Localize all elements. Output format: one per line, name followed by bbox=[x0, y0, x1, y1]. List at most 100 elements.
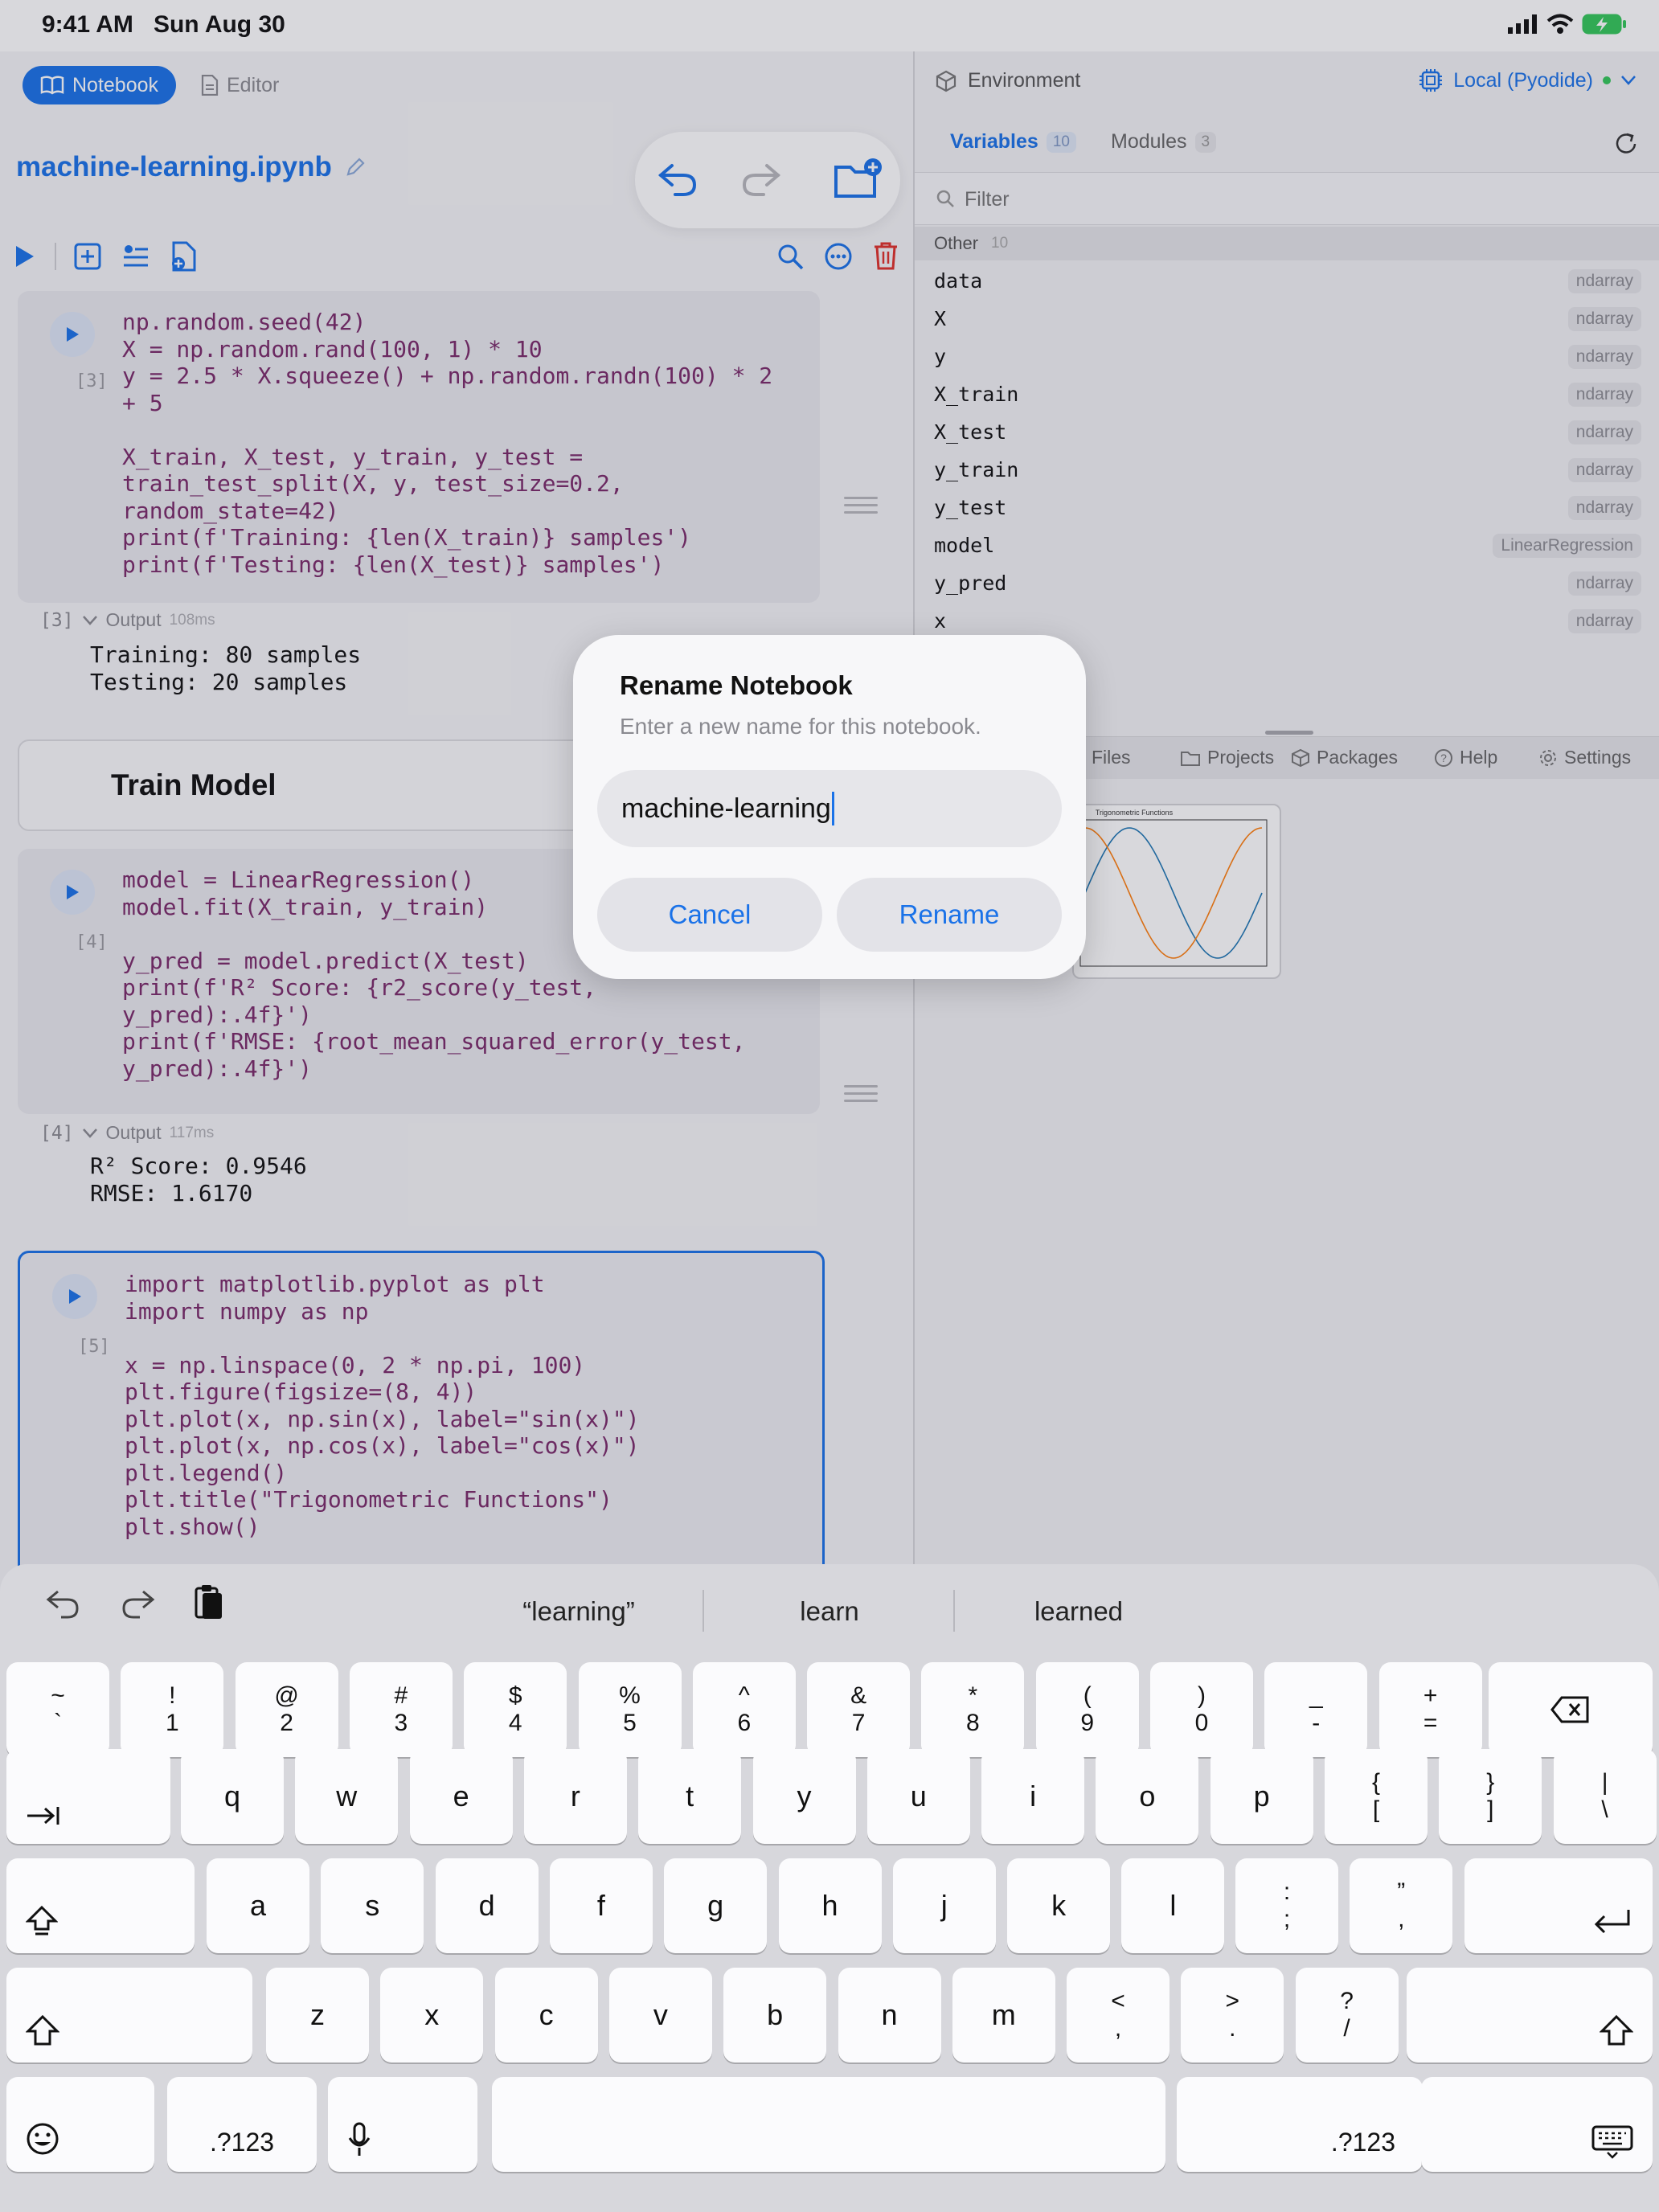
right-shift-key[interactable] bbox=[1407, 1968, 1653, 2062]
key-t[interactable]: t bbox=[638, 1749, 742, 1844]
key-o[interactable]: o bbox=[1096, 1749, 1199, 1844]
key-b[interactable]: b bbox=[723, 1968, 827, 2062]
key-shift-char: # bbox=[394, 1682, 408, 1709]
keyboard-redo-icon[interactable] bbox=[121, 1588, 156, 1620]
key-7[interactable]: & 7 bbox=[807, 1662, 911, 1757]
key-shift-char: ? bbox=[1340, 1988, 1354, 2014]
key-punct2-0[interactable]: <, bbox=[1067, 1968, 1169, 2062]
key-k[interactable]: k bbox=[1007, 1858, 1111, 1953]
space-bar[interactable] bbox=[492, 2077, 1165, 2172]
delete-key[interactable] bbox=[1489, 1662, 1653, 1757]
key-char: e bbox=[453, 1780, 469, 1813]
key-char: p bbox=[1253, 1780, 1270, 1813]
key-12[interactable]: + = bbox=[1378, 1662, 1482, 1757]
dialog-message: Enter a new name for this notebook. bbox=[620, 714, 981, 739]
key-punct-1[interactable]: ”, bbox=[1350, 1858, 1453, 1953]
key-v[interactable]: v bbox=[608, 1968, 712, 2062]
caps-lock-key[interactable] bbox=[6, 1858, 195, 1953]
key-punct2-2[interactable]: ? / bbox=[1295, 1968, 1399, 2062]
key-shift-char: : bbox=[1283, 1878, 1291, 1905]
key-u[interactable]: u bbox=[866, 1749, 970, 1844]
key-10[interactable]: ) 0 bbox=[1150, 1662, 1253, 1757]
key-shift-char: { bbox=[1371, 1769, 1381, 1796]
key-d[interactable]: d bbox=[435, 1858, 539, 1953]
key-base-char: 7 bbox=[851, 1710, 866, 1736]
key-i[interactable]: i bbox=[981, 1749, 1085, 1844]
key-base-char: 3 bbox=[394, 1710, 408, 1736]
key-n[interactable]: n bbox=[838, 1968, 941, 2062]
text-cursor bbox=[831, 792, 834, 825]
key-p[interactable]: p bbox=[1210, 1749, 1313, 1844]
key-x[interactable]: x bbox=[380, 1968, 484, 2062]
dictation-key[interactable] bbox=[328, 2077, 477, 2172]
key-r[interactable]: r bbox=[523, 1749, 627, 1844]
key-char: n bbox=[881, 1998, 898, 2031]
key-base-char: 4 bbox=[508, 1710, 522, 1736]
key-shift-char: ” bbox=[1397, 1878, 1406, 1905]
key-punct2-1[interactable]: >. bbox=[1181, 1968, 1284, 2062]
key-3[interactable]: #3 bbox=[349, 1662, 453, 1757]
key-base-char: . bbox=[1229, 2015, 1236, 2042]
key-base-char: \ bbox=[1601, 1796, 1608, 1823]
key-shift-char: ( bbox=[1083, 1682, 1092, 1709]
tab-key[interactable] bbox=[6, 1749, 170, 1844]
key-char: m bbox=[991, 1998, 1016, 2031]
key-4[interactable]: $4 bbox=[464, 1662, 567, 1757]
hide-keyboard-key[interactable] bbox=[1421, 2077, 1653, 2172]
tab-icon bbox=[27, 1807, 59, 1825]
suggestion-2[interactable]: learn bbox=[733, 1596, 926, 1627]
key-j[interactable]: j bbox=[892, 1858, 996, 1953]
key-bracket-0[interactable]: {[ bbox=[1325, 1749, 1428, 1844]
key-bracket-1[interactable]: }] bbox=[1439, 1749, 1542, 1844]
notebook-name-field[interactable]: machine-learning bbox=[597, 770, 1062, 847]
numbers-key-right[interactable]: .?123 bbox=[1177, 2077, 1423, 2172]
key-f[interactable]: f bbox=[549, 1858, 653, 1953]
key-base-char: [ bbox=[1372, 1796, 1380, 1823]
suggestion-3[interactable]: learned bbox=[982, 1596, 1175, 1627]
key-g[interactable]: g bbox=[664, 1858, 768, 1953]
left-shift-key[interactable] bbox=[6, 1968, 252, 2062]
key-shift-char: ! bbox=[169, 1682, 176, 1709]
key-1[interactable]: ! 1 bbox=[121, 1662, 224, 1757]
paste-icon[interactable] bbox=[193, 1583, 225, 1622]
key-char: g bbox=[707, 1889, 724, 1922]
suggestion-1[interactable]: “learning” bbox=[482, 1596, 675, 1627]
key-y[interactable]: y bbox=[752, 1749, 856, 1844]
rename-button[interactable]: Rename bbox=[837, 878, 1062, 952]
key-base-char: = bbox=[1423, 1710, 1438, 1736]
key-base-char: ] bbox=[1487, 1796, 1494, 1823]
return-key[interactable] bbox=[1464, 1858, 1653, 1953]
caps-lock-icon bbox=[26, 1905, 58, 1936]
key-11[interactable]: _ - bbox=[1264, 1662, 1368, 1757]
key-5[interactable]: % 5 bbox=[578, 1662, 682, 1757]
key-0[interactable]: ~ ` bbox=[6, 1662, 109, 1757]
key-9[interactable]: (9 bbox=[1035, 1662, 1139, 1757]
key-w[interactable]: w bbox=[295, 1749, 399, 1844]
key-char: o bbox=[1139, 1780, 1156, 1813]
key-base-char: ` bbox=[54, 1710, 62, 1736]
key-shift-char: _ bbox=[1309, 1682, 1323, 1709]
key-z[interactable]: z bbox=[266, 1968, 369, 2062]
numbers-key-left[interactable]: .?123 bbox=[167, 2077, 317, 2172]
key-l[interactable]: l bbox=[1121, 1858, 1225, 1953]
keyboard-undo-icon[interactable] bbox=[45, 1588, 80, 1620]
key-m[interactable]: m bbox=[952, 1968, 1055, 2062]
key-h[interactable]: h bbox=[778, 1858, 882, 1953]
emoji-key[interactable] bbox=[6, 2077, 154, 2172]
key-punct-0[interactable]: :; bbox=[1235, 1858, 1338, 1953]
key-a[interactable]: a bbox=[207, 1858, 309, 1953]
cancel-button[interactable]: Cancel bbox=[597, 878, 822, 952]
key-shift-char: } bbox=[1486, 1769, 1495, 1796]
key-char: z bbox=[310, 1998, 325, 2031]
key-e[interactable]: e bbox=[409, 1749, 513, 1844]
key-8[interactable]: * 8 bbox=[921, 1662, 1025, 1757]
key-2[interactable]: @2 bbox=[235, 1662, 338, 1757]
key-s[interactable]: s bbox=[321, 1858, 424, 1953]
key-q[interactable]: q bbox=[181, 1749, 284, 1844]
key-6[interactable]: ^ 6 bbox=[692, 1662, 796, 1757]
key-bracket-2[interactable]: | \ bbox=[1553, 1749, 1657, 1844]
key-shift-char: ~ bbox=[51, 1682, 65, 1709]
key-char: k bbox=[1051, 1889, 1067, 1922]
key-c[interactable]: c bbox=[494, 1968, 598, 2062]
key-char: .?123 bbox=[1330, 2128, 1395, 2157]
